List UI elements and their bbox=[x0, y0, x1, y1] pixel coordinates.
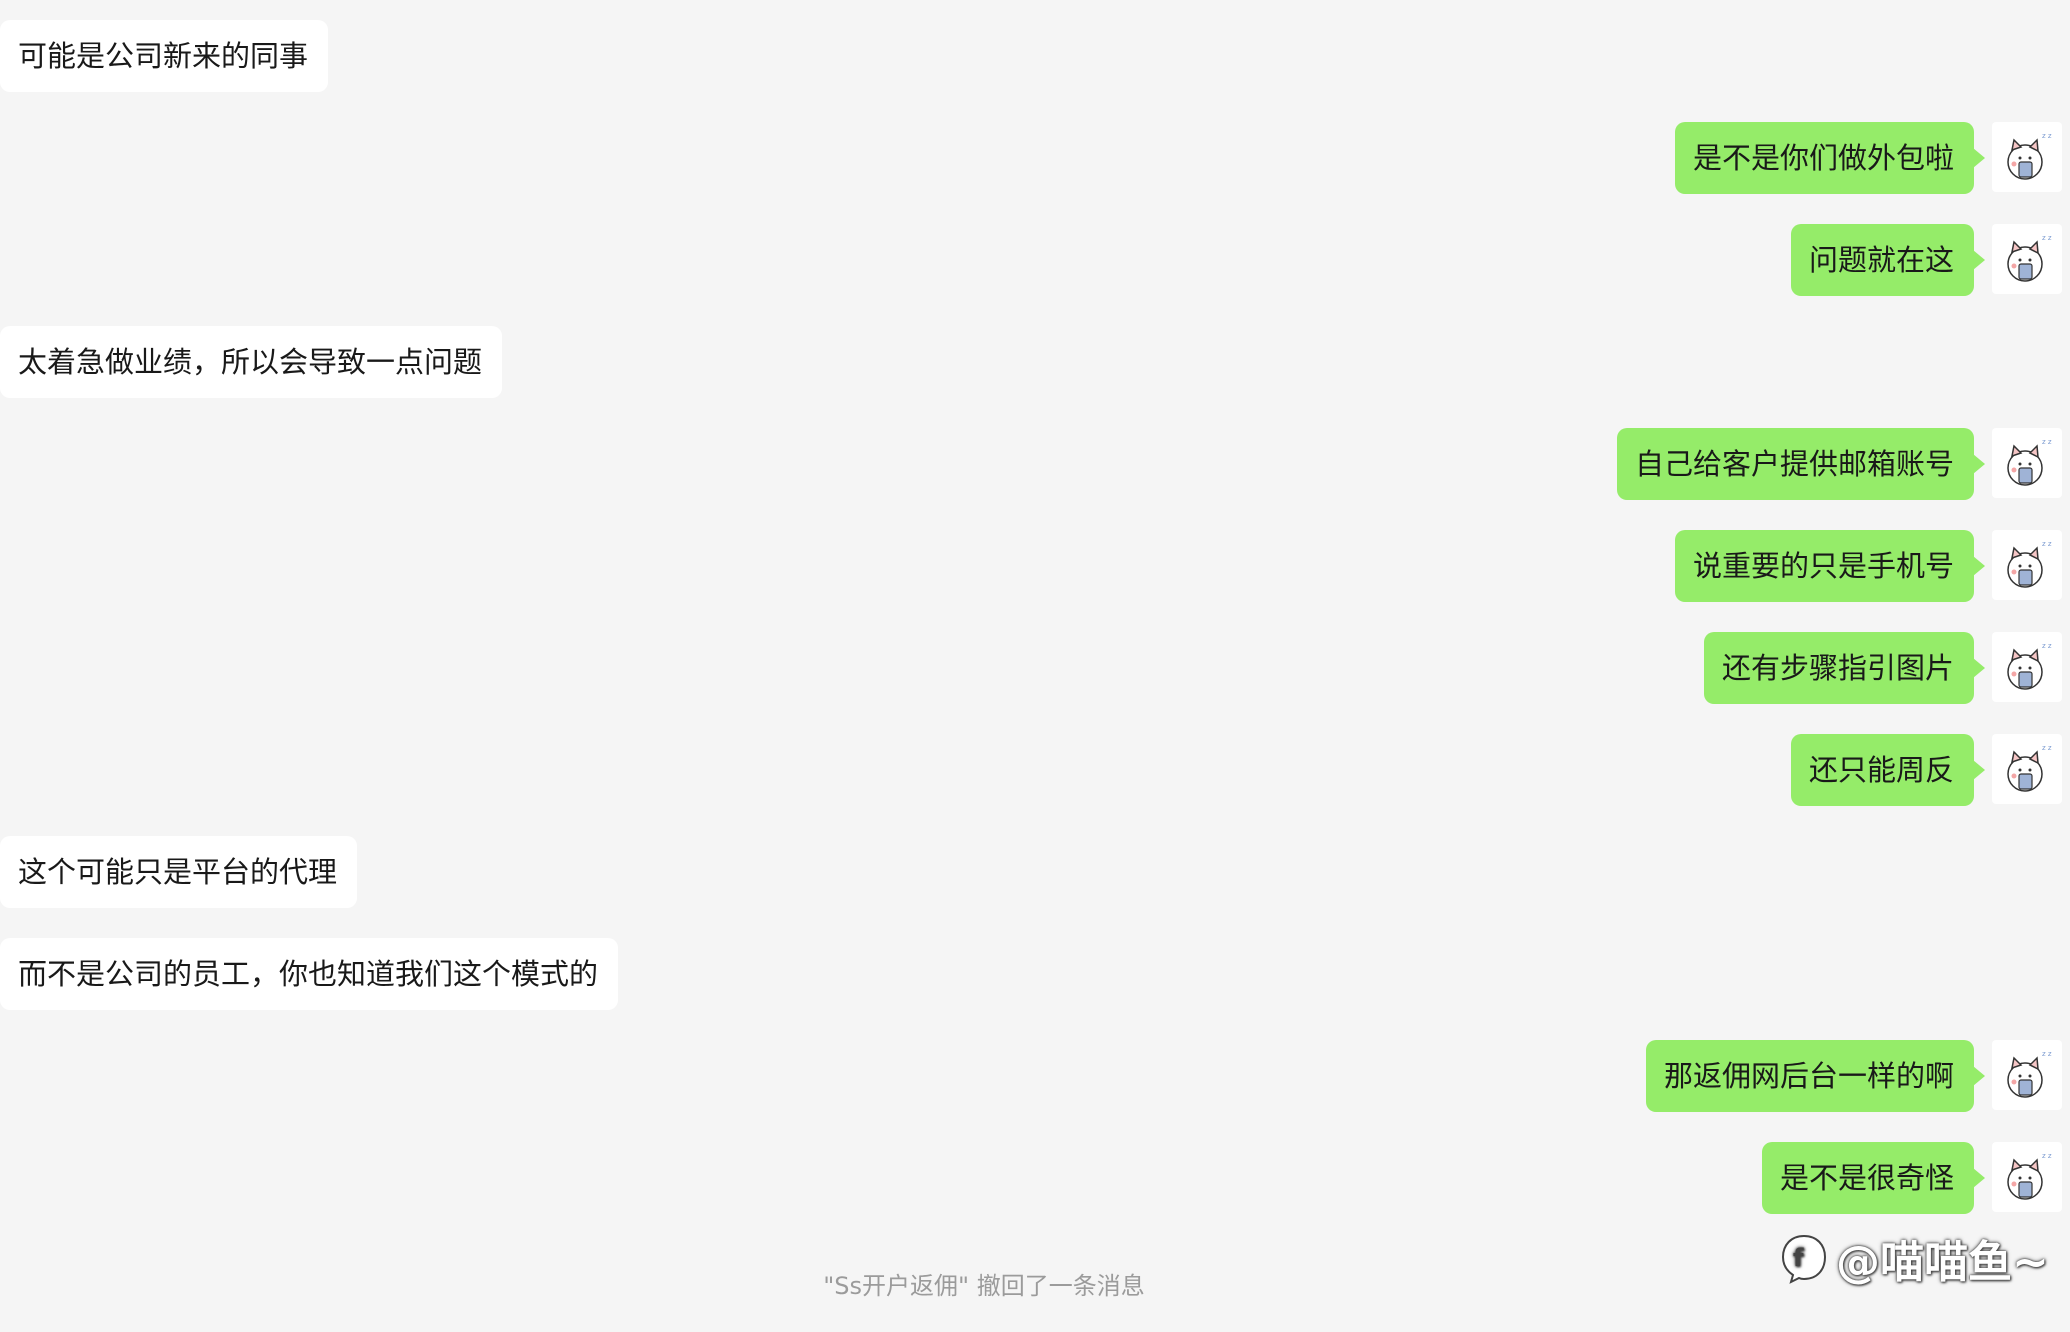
cat-sticker-avatar-icon: z z bbox=[2007, 642, 2052, 690]
avatar[interactable]: z z bbox=[1992, 1040, 2062, 1110]
outgoing-message-bubble[interactable]: 自己给客户提供邮箱账号 bbox=[1616, 428, 1986, 500]
svg-text:f: f bbox=[1793, 1244, 1804, 1272]
message-row-outgoing: 是不是很奇怪 z z bbox=[0, 1142, 2070, 1214]
svg-text:z z: z z bbox=[2042, 1050, 2052, 1058]
outgoing-message-bubble[interactable]: 还有步骤指引图片 bbox=[1703, 632, 1986, 704]
cat-sticker-avatar-icon: z z bbox=[2007, 744, 2052, 792]
avatar[interactable]: z z bbox=[1992, 1142, 2062, 1212]
zhihu-logo-icon: f bbox=[1778, 1232, 1830, 1284]
avatar[interactable]: z z bbox=[1992, 428, 2062, 498]
avatar[interactable]: z z bbox=[1992, 122, 2062, 192]
message-row-outgoing: 是不是你们做外包啦 z z bbox=[0, 122, 2070, 194]
svg-text:z z: z z bbox=[2042, 234, 2052, 242]
watermark-handle: @喵喵鱼~ bbox=[1836, 1237, 2049, 1288]
cat-sticker-avatar-icon: z z bbox=[2007, 132, 2052, 180]
message-row-outgoing: 说重要的只是手机号 z z bbox=[0, 530, 2070, 602]
message-row-outgoing: 问题就在这 z z bbox=[0, 224, 2070, 296]
incoming-message-bubble[interactable]: 而不是公司的员工，你也知道我们这个模式的 bbox=[0, 938, 619, 1010]
message-row-incoming: 太着急做业绩，所以会导致一点问题 bbox=[0, 326, 2070, 398]
cat-sticker-avatar-icon: z z bbox=[2007, 234, 2052, 282]
avatar[interactable]: z z bbox=[1992, 530, 2062, 600]
svg-text:z z: z z bbox=[2042, 132, 2052, 140]
outgoing-message-bubble[interactable]: 问题就在这 bbox=[1790, 224, 1986, 296]
svg-text:z z: z z bbox=[2042, 642, 2052, 650]
outgoing-message-bubble[interactable]: 那返佣网后台一样的啊 bbox=[1645, 1040, 1986, 1112]
svg-text:z z: z z bbox=[2042, 438, 2052, 446]
svg-text:z z: z z bbox=[2042, 744, 2052, 752]
message-row-outgoing: 自己给客户提供邮箱账号 z z bbox=[0, 428, 2070, 500]
outgoing-message-bubble[interactable]: 是不是你们做外包啦 bbox=[1674, 122, 1986, 194]
message-row-outgoing: 还有步骤指引图片 z z bbox=[0, 632, 2070, 704]
svg-text:z z: z z bbox=[2042, 1152, 2052, 1160]
svg-text:z z: z z bbox=[2042, 540, 2052, 548]
message-row-outgoing: 那返佣网后台一样的啊 z z bbox=[0, 1040, 2070, 1112]
outgoing-message-bubble[interactable]: 说重要的只是手机号 bbox=[1674, 530, 1986, 602]
message-row-incoming: 可能是公司新来的同事 bbox=[0, 20, 2070, 92]
incoming-message-bubble[interactable]: 可能是公司新来的同事 bbox=[0, 20, 329, 92]
message-row-incoming: 而不是公司的员工，你也知道我们这个模式的 bbox=[0, 938, 2070, 1010]
outgoing-message-bubble[interactable]: 还只能周反 bbox=[1790, 734, 1986, 806]
avatar[interactable]: z z bbox=[1992, 632, 2062, 702]
cat-sticker-avatar-icon: z z bbox=[2007, 1050, 2052, 1098]
chat-message-list[interactable]: 可能是公司新来的同事 是不是你们做外包啦 z z 问题就在这 z z 太着急做业… bbox=[0, 0, 2070, 1332]
incoming-message-bubble[interactable]: 这个可能只是平台的代理 bbox=[0, 836, 358, 908]
recalled-message-notice: "Ss开户返佣" 撤回了一条消息 bbox=[823, 1272, 1145, 1300]
cat-sticker-avatar-icon: z z bbox=[2007, 1152, 2052, 1200]
message-row-incoming: 这个可能只是平台的代理 bbox=[0, 836, 2070, 908]
message-row-outgoing: 还只能周反 z z bbox=[0, 734, 2070, 806]
zhihu-watermark: f @喵喵鱼~ bbox=[1778, 1228, 2049, 1288]
cat-sticker-avatar-icon: z z bbox=[2007, 438, 2052, 486]
avatar[interactable]: z z bbox=[1992, 734, 2062, 804]
outgoing-message-bubble[interactable]: 是不是很奇怪 bbox=[1761, 1142, 1986, 1214]
avatar[interactable]: z z bbox=[1992, 224, 2062, 294]
cat-sticker-avatar-icon: z z bbox=[2007, 540, 2052, 588]
incoming-message-bubble[interactable]: 太着急做业绩，所以会导致一点问题 bbox=[0, 326, 503, 398]
